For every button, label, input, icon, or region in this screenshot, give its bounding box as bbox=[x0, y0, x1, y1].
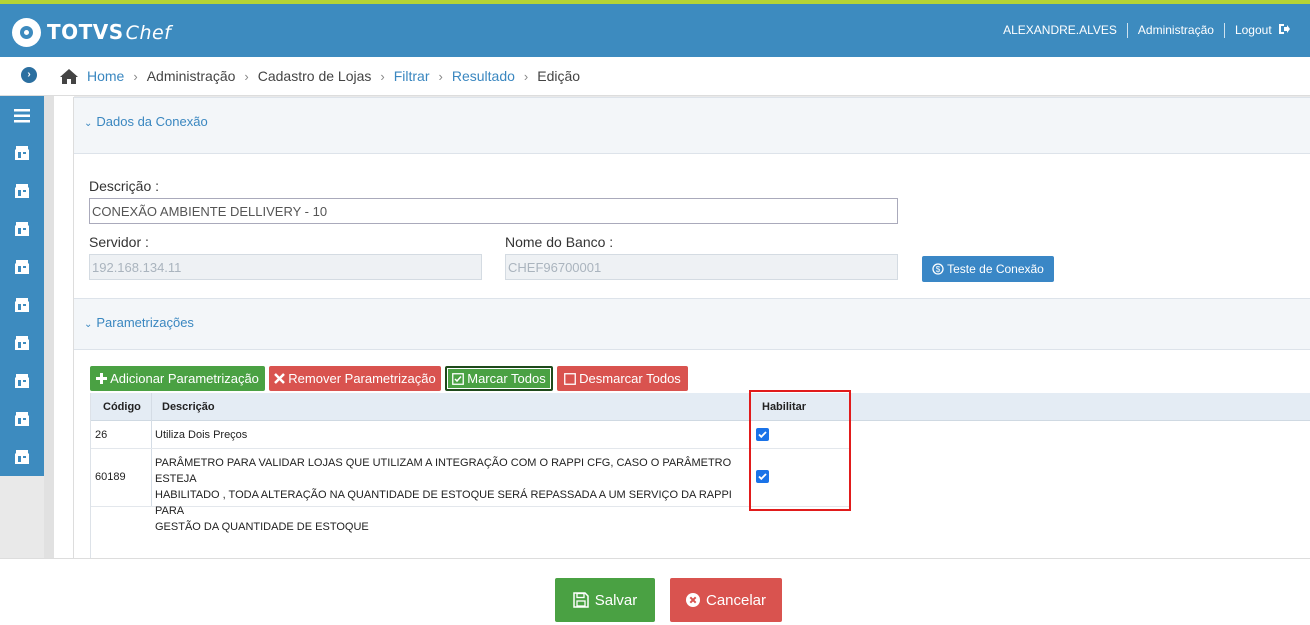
add-param-label: Adicionar Parametrização bbox=[110, 371, 259, 386]
highlight-annotation-box bbox=[749, 390, 851, 511]
connection-panel-header[interactable]: ⌄ Dados da Conexão bbox=[74, 97, 1310, 154]
uncheck-all-label: Desmarcar Todos bbox=[579, 371, 681, 386]
svg-text:$: $ bbox=[936, 265, 941, 274]
plus-icon bbox=[96, 373, 108, 384]
breadcrumb-home[interactable]: Home bbox=[87, 68, 124, 84]
remove-param-button[interactable]: Remover Parametrização bbox=[269, 366, 441, 391]
table-header: Código Descrição Habilitar bbox=[91, 393, 1310, 421]
store-icon[interactable] bbox=[12, 181, 32, 201]
times-icon bbox=[274, 373, 286, 384]
store-icon[interactable] bbox=[12, 219, 32, 239]
params-panel-header[interactable]: ⌄ Parametrizações bbox=[74, 298, 1310, 350]
breadcrumb-separator: › bbox=[438, 68, 443, 84]
dollar-circle-icon: $ bbox=[932, 263, 944, 275]
store-icon[interactable] bbox=[12, 447, 32, 467]
sidebar bbox=[0, 96, 44, 476]
logo[interactable]: TOTVS Chef bbox=[12, 17, 171, 47]
logout-label: Logout bbox=[1234, 23, 1272, 37]
main-content: ⌄Dados da Conexão Descrição : Servidor :… bbox=[73, 97, 1310, 558]
store-icon[interactable] bbox=[12, 143, 32, 163]
breadcrumb-resultado[interactable]: Resultado bbox=[452, 68, 515, 84]
row-description: PARÂMETRO PARA VALIDAR LOJAS QUE UTILIZA… bbox=[155, 457, 732, 533]
breadcrumb-edicao: Edição bbox=[537, 68, 581, 84]
params-table: Código Descrição Habilitar 26 Utiliza Do… bbox=[90, 393, 1310, 558]
breadcrumb: Home › Administração › Cadastro de Lojas… bbox=[60, 68, 580, 84]
store-icon[interactable] bbox=[12, 333, 32, 353]
username-link[interactable]: ALEXANDRE.ALVES bbox=[993, 23, 1127, 38]
chevron-down-icon: ⌄ bbox=[84, 118, 93, 129]
test-connection-button[interactable]: $ Teste de Conexão bbox=[922, 256, 1054, 282]
save-label: Salvar bbox=[594, 591, 638, 609]
test-connection-label: Teste de Conexão bbox=[947, 262, 1044, 276]
breadcrumb-filtrar[interactable]: Filtrar bbox=[394, 68, 430, 84]
row-code: 60189 bbox=[95, 471, 126, 483]
chevron-down-icon: ⌄ bbox=[84, 319, 93, 330]
breadcrumb-cadastro-lojas: Cadastro de Lojas bbox=[257, 68, 372, 84]
store-icon[interactable] bbox=[12, 371, 32, 391]
store-icon[interactable] bbox=[12, 257, 32, 277]
check-all-button[interactable]: Marcar Todos bbox=[445, 366, 553, 391]
breadcrumb-separator: › bbox=[133, 68, 138, 84]
store-icon[interactable] bbox=[12, 295, 32, 315]
breadcrumb-administracao: Administração bbox=[146, 68, 236, 84]
dbname-field bbox=[505, 254, 898, 280]
check-all-label: Marcar Todos bbox=[467, 371, 546, 386]
save-icon bbox=[572, 592, 589, 608]
column-header-code[interactable]: Código bbox=[103, 393, 141, 421]
cancel-circle-icon bbox=[685, 593, 700, 607]
logout-icon bbox=[1279, 24, 1290, 34]
home-icon[interactable] bbox=[60, 68, 78, 84]
description-input[interactable] bbox=[89, 198, 898, 224]
square-icon bbox=[564, 372, 577, 385]
cancel-button[interactable]: Cancelar bbox=[670, 578, 782, 622]
breadcrumb-separator: › bbox=[380, 68, 385, 84]
description-label: Descrição : bbox=[89, 178, 160, 194]
sidebar-gutter bbox=[44, 96, 54, 558]
form-footer: Salvar Cancelar bbox=[0, 558, 1310, 625]
breadcrumb-bar: › Home › Administração › Cadastro de Loj… bbox=[0, 57, 1310, 96]
server-field bbox=[89, 254, 482, 280]
uncheck-all-button[interactable]: Desmarcar Todos bbox=[557, 366, 688, 391]
save-button[interactable]: Salvar bbox=[555, 578, 655, 622]
dbname-label: Nome do Banco : bbox=[505, 234, 614, 250]
administration-link[interactable]: Administração bbox=[1126, 23, 1224, 38]
logo-mark-icon bbox=[12, 17, 41, 47]
breadcrumb-separator: › bbox=[523, 68, 529, 84]
store-icon[interactable] bbox=[12, 409, 32, 429]
row-code: 26 bbox=[95, 429, 108, 441]
chevron-right-icon: › bbox=[21, 67, 37, 83]
table-row[interactable]: 60189 PARÂMETRO PARA VALIDAR LOJAS QUE U… bbox=[91, 449, 851, 533]
top-header: TOTVS Chef ALEXANDRE.ALVES Administração … bbox=[0, 4, 1310, 57]
add-param-button[interactable]: Adicionar Parametrização bbox=[90, 366, 265, 391]
user-menu: ALEXANDRE.ALVES Administração Logout bbox=[993, 23, 1300, 38]
breadcrumb-separator: › bbox=[244, 68, 249, 84]
server-label: Servidor : bbox=[89, 234, 149, 250]
cancel-label: Cancelar bbox=[705, 591, 767, 609]
table-row[interactable]: 26 Utiliza Dois Preços bbox=[91, 421, 851, 449]
menu-icon[interactable] bbox=[12, 106, 32, 126]
logo-text: TOTVS Chef bbox=[47, 20, 172, 44]
sidebar-toggle-button[interactable]: › bbox=[0, 57, 58, 93]
connection-panel-title: ⌄ Dados da Conexão bbox=[84, 114, 208, 129]
content-gutter bbox=[54, 96, 74, 558]
column-header-description[interactable]: Descrição bbox=[162, 393, 215, 421]
remove-param-label: Remover Parametrização bbox=[288, 371, 436, 386]
params-panel-title: ⌄ Parametrizações bbox=[84, 315, 194, 330]
check-square-icon bbox=[452, 372, 465, 385]
row-description: Utiliza Dois Preços bbox=[155, 429, 248, 441]
logout-link[interactable]: Logout bbox=[1223, 23, 1300, 38]
